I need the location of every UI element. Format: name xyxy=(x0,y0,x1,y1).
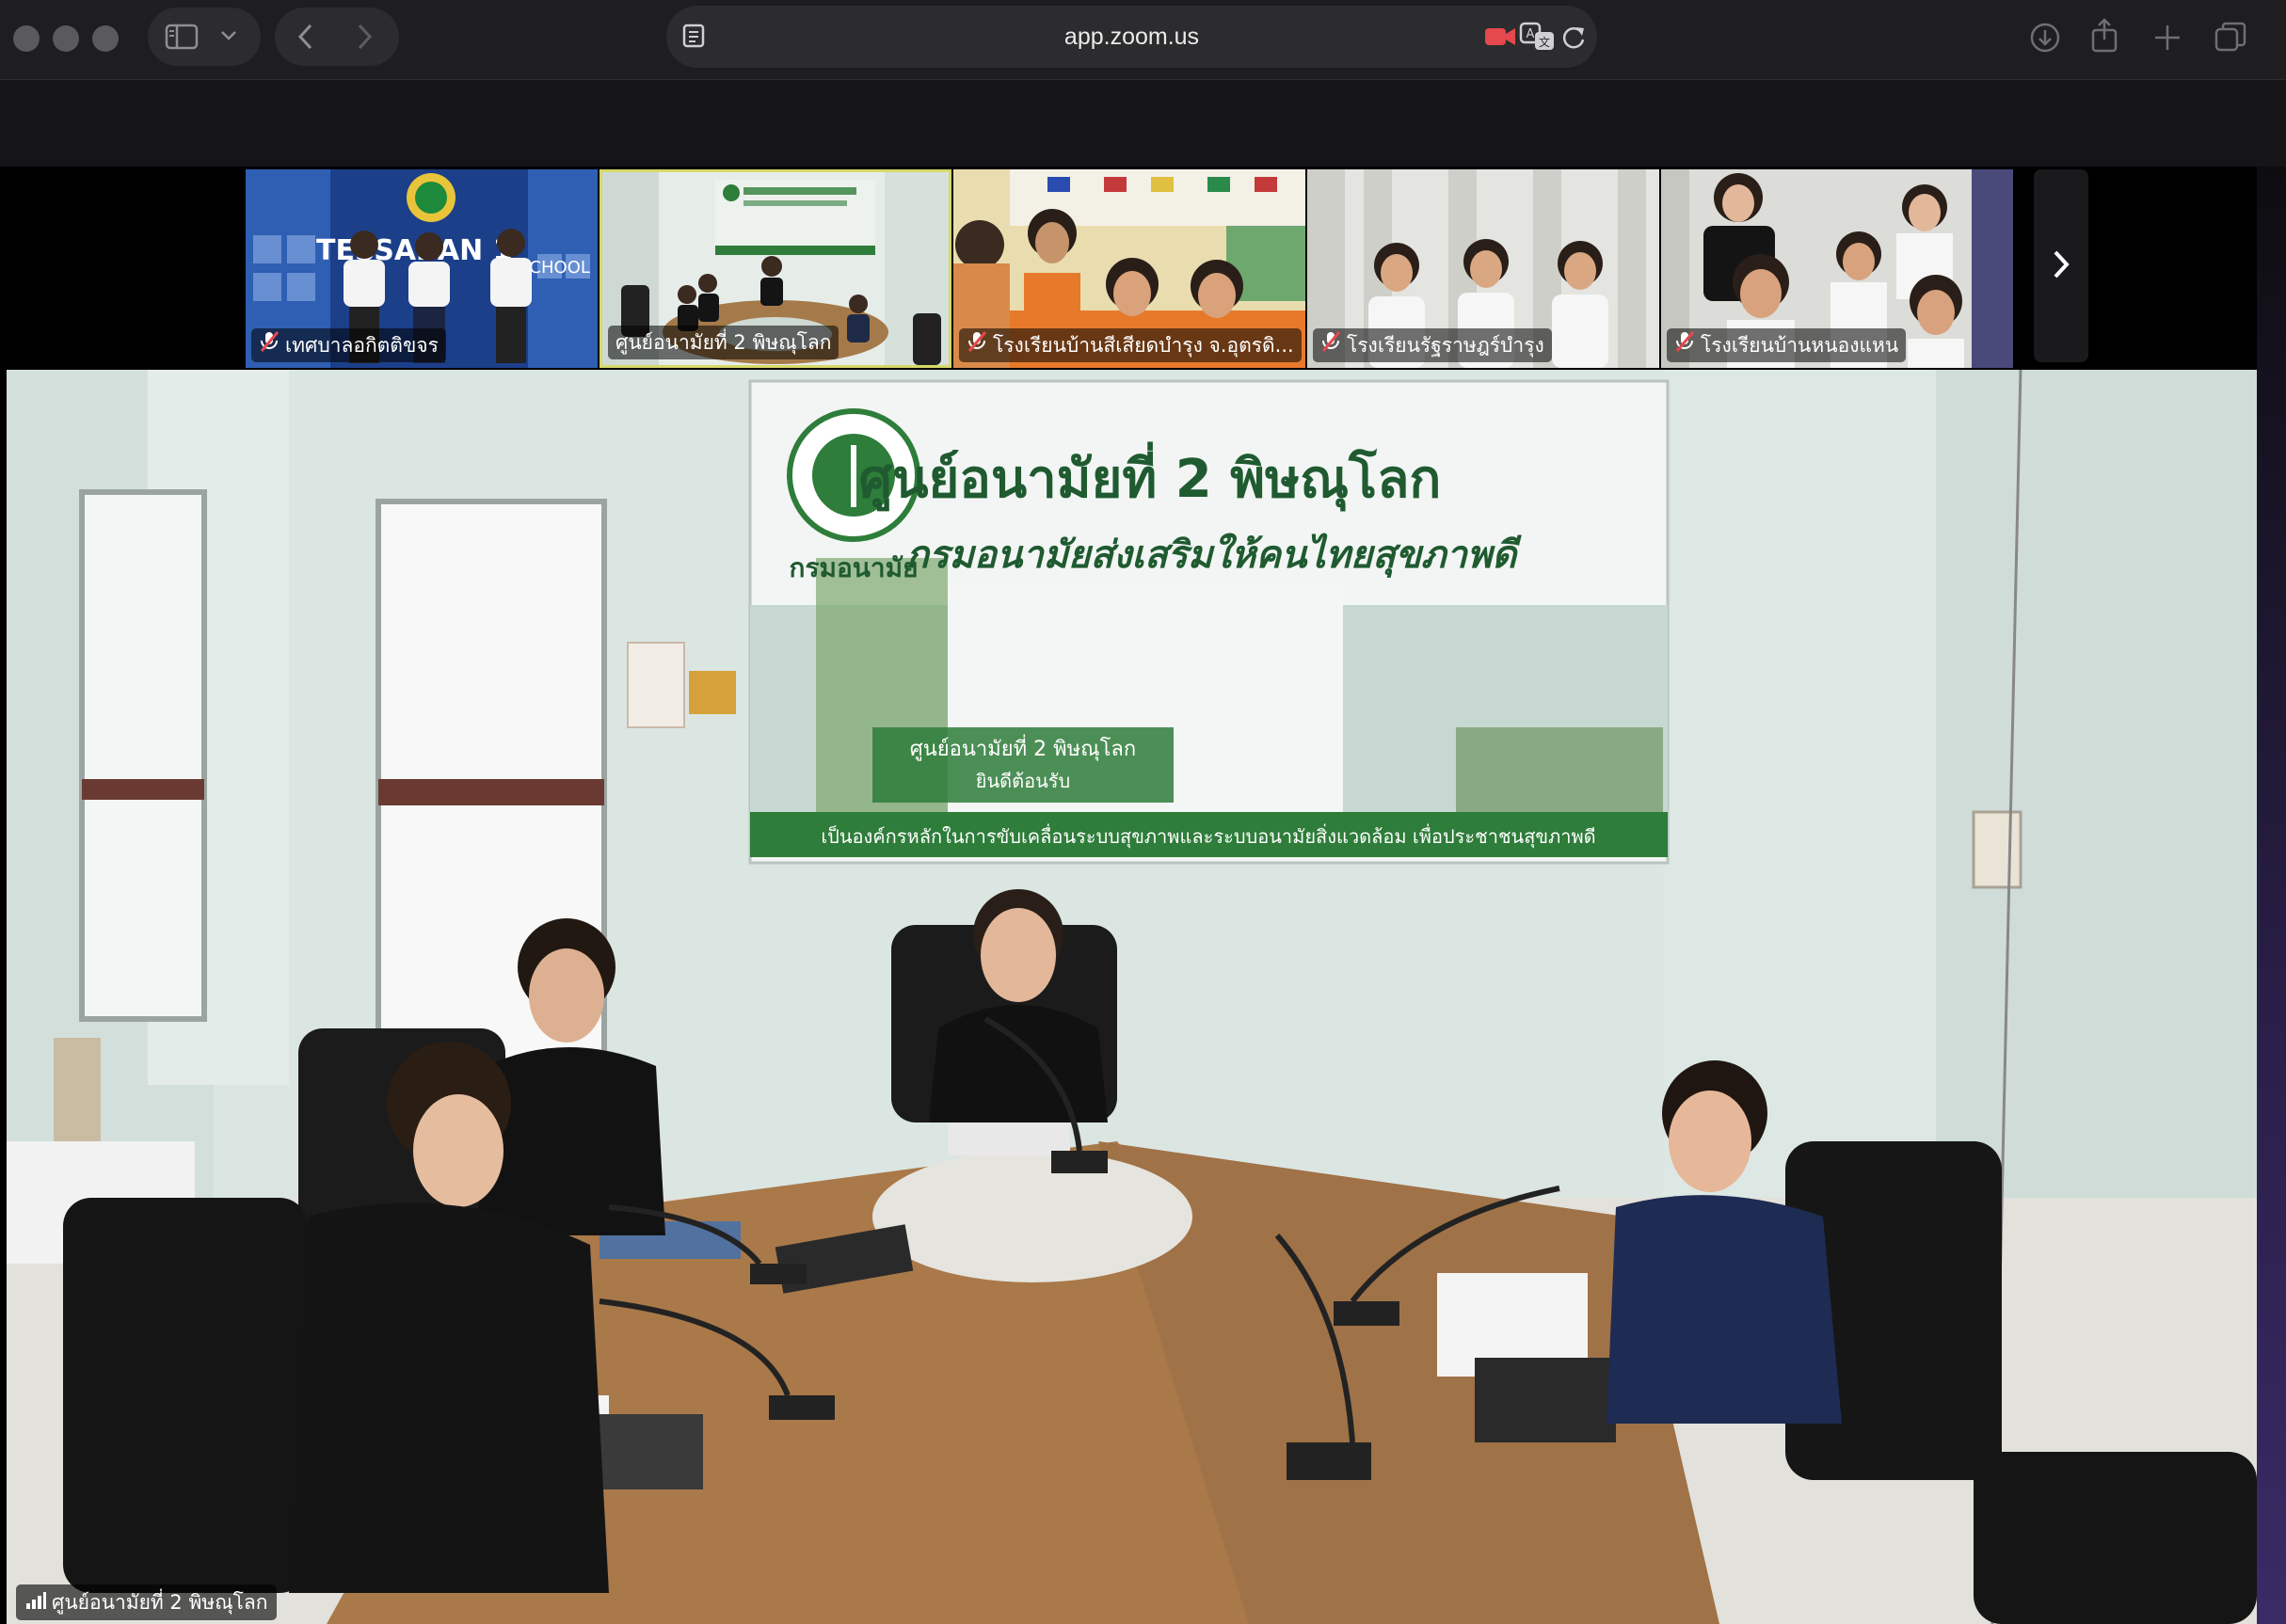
participant-name-label: ศูนย์อนามัยที่ 2 พิษณุโลก xyxy=(608,326,839,359)
address-bar[interactable]: app.zoom.us A文 xyxy=(666,6,1597,68)
chevron-right-icon xyxy=(2049,247,2073,286)
participant-tile[interactable]: TESSABAN 1 SCHOOL เทศบาลอกิตติขจร xyxy=(246,169,598,368)
desktop-edge xyxy=(2257,167,2286,1624)
participant-tile[interactable]: โรงเรียนรัฐราษฎร์บำรุง xyxy=(1307,169,1659,368)
zoom-top-bar xyxy=(0,80,2286,167)
participant-name-label: เทศบาลอกิตติขจร xyxy=(251,328,446,362)
banner-sign-line1: ศูนย์อนามัยที่ 2 พิษณุโลก xyxy=(910,734,1136,761)
participant-name-label: โรงเรียนรัฐราษฎร์บำรุง xyxy=(1313,328,1552,362)
new-tab-icon[interactable] xyxy=(2152,23,2182,53)
tab-overview-icon[interactable] xyxy=(2214,21,2247,55)
participant-tile[interactable]: โรงเรียนบ้านหนองแหน xyxy=(1661,169,2013,368)
share-icon[interactable] xyxy=(2089,17,2119,55)
speaker-video-frame: ศูนย์อนามัยที่ 2 พิษณุโลก กรมอนามัยส่งเส… xyxy=(7,370,2257,1624)
banner-sign-line2: ยินดีต้อนรับ xyxy=(976,770,1071,792)
next-page-button[interactable] xyxy=(2034,169,2088,362)
chevron-down-icon[interactable] xyxy=(219,28,238,43)
minimize-window-button[interactable] xyxy=(53,25,79,52)
zoom-window-button[interactable] xyxy=(92,25,119,52)
url-text: app.zoom.us xyxy=(1063,24,1200,50)
camera-recording-icon[interactable] xyxy=(1484,25,1516,48)
reload-icon[interactable] xyxy=(1560,24,1587,51)
banner-title: ศูนย์อนามัยที่ 2 พิษณุโลก xyxy=(859,441,1442,512)
speaker-name-label: ศูนย์อนามัยที่ 2 พิษณุโลก xyxy=(16,1584,278,1621)
browser-toolbar: app.zoom.us A文 xyxy=(0,0,2286,80)
signal-bars-icon xyxy=(25,1585,46,1621)
banner-footer: เป็นองค์กรหลักในการขับเคลื่อนระบบสุขภาพแ… xyxy=(821,823,1595,849)
sidebar-icon[interactable] xyxy=(165,23,199,51)
navigation-button-group xyxy=(275,8,399,66)
participant-name-label: โรงเรียนบ้านสีเสียดบำรุง จ.อุตรดิ... xyxy=(959,328,1302,362)
mic-muted-icon xyxy=(1674,329,1695,362)
translate-icon[interactable]: A文 xyxy=(1519,22,1557,52)
participant-name-label: โรงเรียนบ้านหนองแหน xyxy=(1667,328,1907,362)
svg-text:A: A xyxy=(1527,27,1535,41)
forward-icon[interactable] xyxy=(354,23,375,51)
banner-subtitle: กรมอนามัยส่งเสริมให้คนไทยสุขภาพดี xyxy=(906,533,1522,579)
participant-tile[interactable]: โรงเรียนบ้านสีเสียดบำรุง จ.อุตรดิ... xyxy=(953,169,1305,368)
main-speaker-video[interactable]: ศูนย์อนามัยที่ 2 พิษณุโลก กรมอนามัยส่งเส… xyxy=(7,370,2257,1624)
back-icon[interactable] xyxy=(296,23,316,51)
close-window-button[interactable] xyxy=(13,25,40,52)
banner-logo-caption: กรมอนามัย xyxy=(790,552,919,583)
download-icon[interactable] xyxy=(2028,21,2062,55)
mic-muted-icon xyxy=(259,329,280,362)
mic-muted-icon xyxy=(967,329,987,362)
svg-text:文: 文 xyxy=(1539,35,1550,49)
mic-muted-icon xyxy=(1320,329,1341,362)
participant-tile-active[interactable]: ศูนย์อนามัยที่ 2 พิษณุโลก xyxy=(599,169,951,368)
sidebar-button-group[interactable] xyxy=(148,8,261,66)
